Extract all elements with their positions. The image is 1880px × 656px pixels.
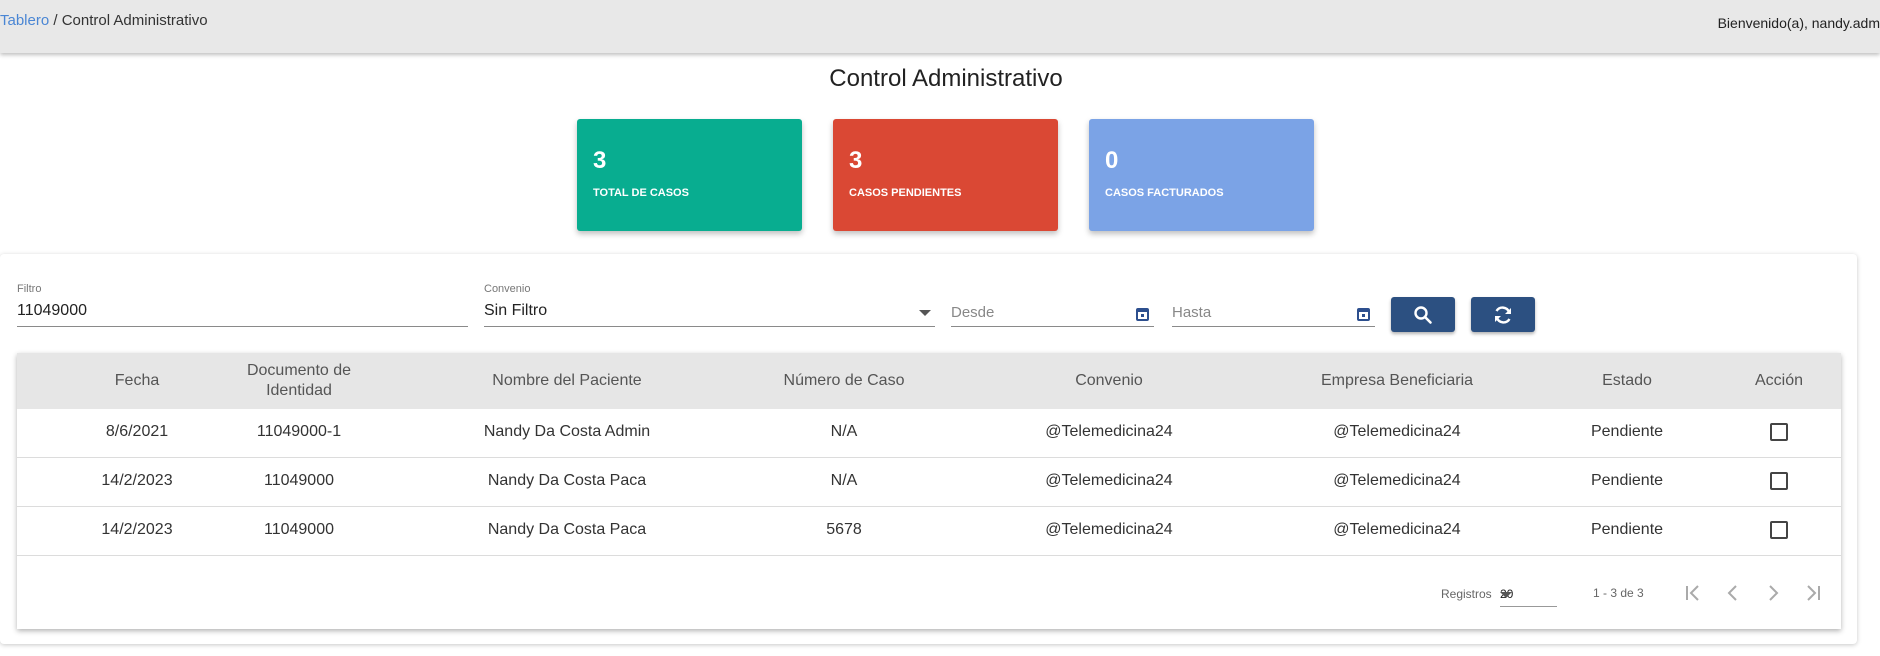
date-to-placeholder: Hasta [1172, 304, 1212, 321]
col-header-fecha[interactable]: Fecha [67, 371, 207, 391]
search-button[interactable] [1391, 297, 1455, 332]
stat-label: CASOS FACTURADOS [1105, 187, 1224, 199]
cell-estado: Pendiente [1590, 423, 1664, 440]
cell-nombre: Nandy Da Costa Paca [487, 472, 647, 489]
col-header-convenio[interactable]: Convenio [979, 371, 1239, 391]
calendar-icon[interactable] [1357, 308, 1370, 321]
stat-label: CASOS PENDIENTES [849, 187, 962, 199]
cell-estado: Pendiente [1590, 472, 1664, 489]
calendar-icon[interactable] [1136, 308, 1149, 321]
col-header-numero-caso[interactable]: Número de Caso [729, 371, 959, 391]
filter-input[interactable]: Filtro 11049000 [17, 283, 468, 327]
filter-value[interactable]: 11049000 [17, 302, 87, 320]
paginator: Registros 20 1 - 3 de 3 [17, 561, 1841, 621]
stat-value: 3 [849, 147, 863, 174]
cell-empresa: @Telemedicina24 [1333, 472, 1461, 489]
first-page-icon[interactable] [1681, 581, 1705, 605]
filter-label: Filtro [17, 283, 42, 295]
table-header: Fecha Documento de Identidad Nombre del … [17, 353, 1841, 409]
cell-empresa: @Telemedicina24 [1333, 521, 1461, 538]
search-icon [1414, 305, 1432, 324]
refresh-button[interactable] [1471, 297, 1535, 332]
chevron-down-icon[interactable] [919, 310, 931, 316]
table-row: 14/2/2023 11049000 Nandy Da Costa Paca 5… [17, 507, 1841, 556]
cell-fecha: 14/2/2023 [101, 521, 173, 538]
cell-nombre: Nandy Da Costa Admin [483, 423, 651, 440]
cell-fecha: 14/2/2023 [101, 472, 173, 489]
chevron-down-icon[interactable] [1500, 592, 1512, 598]
convenio-select[interactable]: Convenio Sin Filtro [484, 283, 935, 327]
cell-convenio: @Telemedicina24 [1045, 521, 1173, 538]
breadcrumb-current: Control Administrativo [61, 12, 208, 29]
page-title: Control Administrativo [829, 65, 1063, 92]
col-header-documento[interactable]: Documento de Identidad [239, 361, 359, 401]
cell-estado: Pendiente [1590, 521, 1664, 538]
cell-numero-caso: 5678 [826, 521, 862, 538]
cell-numero-caso: N/A [830, 423, 858, 440]
main-content: Control Administrativo 3 TOTAL DE CASOS … [0, 53, 1880, 656]
row-checkbox[interactable] [1770, 423, 1788, 441]
stat-value: 3 [593, 147, 607, 174]
convenio-label: Convenio [484, 283, 531, 295]
last-page-icon[interactable] [1801, 581, 1825, 605]
table-row: 8/6/2021 11049000-1 Nandy Da Costa Admin… [17, 409, 1841, 458]
page-size-select[interactable]: 20 [1500, 579, 1557, 607]
cell-numero-caso: N/A [830, 472, 858, 489]
previous-page-icon[interactable] [1721, 581, 1745, 605]
row-checkbox[interactable] [1770, 472, 1788, 490]
date-from-placeholder: Desde [951, 304, 995, 321]
row-checkbox[interactable] [1770, 521, 1788, 539]
cell-empresa: @Telemedicina24 [1333, 423, 1461, 440]
cell-convenio: @Telemedicina24 [1045, 472, 1173, 489]
page-range: 1 - 3 de 3 [1593, 586, 1644, 600]
table-row: 14/2/2023 11049000 Nandy Da Costa Paca N… [17, 458, 1841, 507]
breadcrumb-link-tablero[interactable]: Tablero [0, 12, 49, 29]
stat-card-pending: 3 CASOS PENDIENTES [833, 119, 1058, 231]
col-header-nombre[interactable]: Nombre del Paciente [417, 371, 717, 391]
convenio-value[interactable]: Sin Filtro [484, 302, 547, 320]
cell-documento: 11049000 [264, 521, 334, 538]
col-header-estado[interactable]: Estado [1547, 371, 1707, 391]
stat-card-total: 3 TOTAL DE CASOS [577, 119, 802, 231]
date-from-input[interactable]: Desde [951, 290, 1154, 327]
cases-table: Fecha Documento de Identidad Nombre del … [17, 353, 1841, 629]
cell-documento: 11049000 [264, 472, 334, 489]
cases-panel: Filtro 11049000 Convenio Sin Filtro Desd… [0, 254, 1857, 644]
top-bar: Tablero / Control Administrativo Bienven… [0, 0, 1880, 53]
refresh-icon [1495, 305, 1511, 324]
page-size-label: Registros [1441, 587, 1492, 601]
col-header-accion: Acción [1754, 372, 1804, 389]
welcome-text: Bienvenido(a), nandy.adm [1717, 15, 1880, 31]
stat-label: TOTAL DE CASOS [593, 187, 689, 199]
cell-documento: 11049000-1 [256, 423, 342, 440]
next-page-icon[interactable] [1761, 581, 1785, 605]
cell-convenio: @Telemedicina24 [1045, 423, 1173, 440]
stat-card-billed: 0 CASOS FACTURADOS [1089, 119, 1314, 231]
stat-value: 0 [1105, 147, 1119, 174]
breadcrumb: Tablero / Control Administrativo [0, 12, 208, 29]
date-to-input[interactable]: Hasta [1172, 290, 1375, 327]
col-header-empresa[interactable]: Empresa Beneficiaria [1247, 371, 1547, 391]
cell-fecha: 8/6/2021 [105, 423, 169, 440]
breadcrumb-separator: / [49, 12, 62, 29]
cell-nombre: Nandy Da Costa Paca [487, 521, 647, 538]
